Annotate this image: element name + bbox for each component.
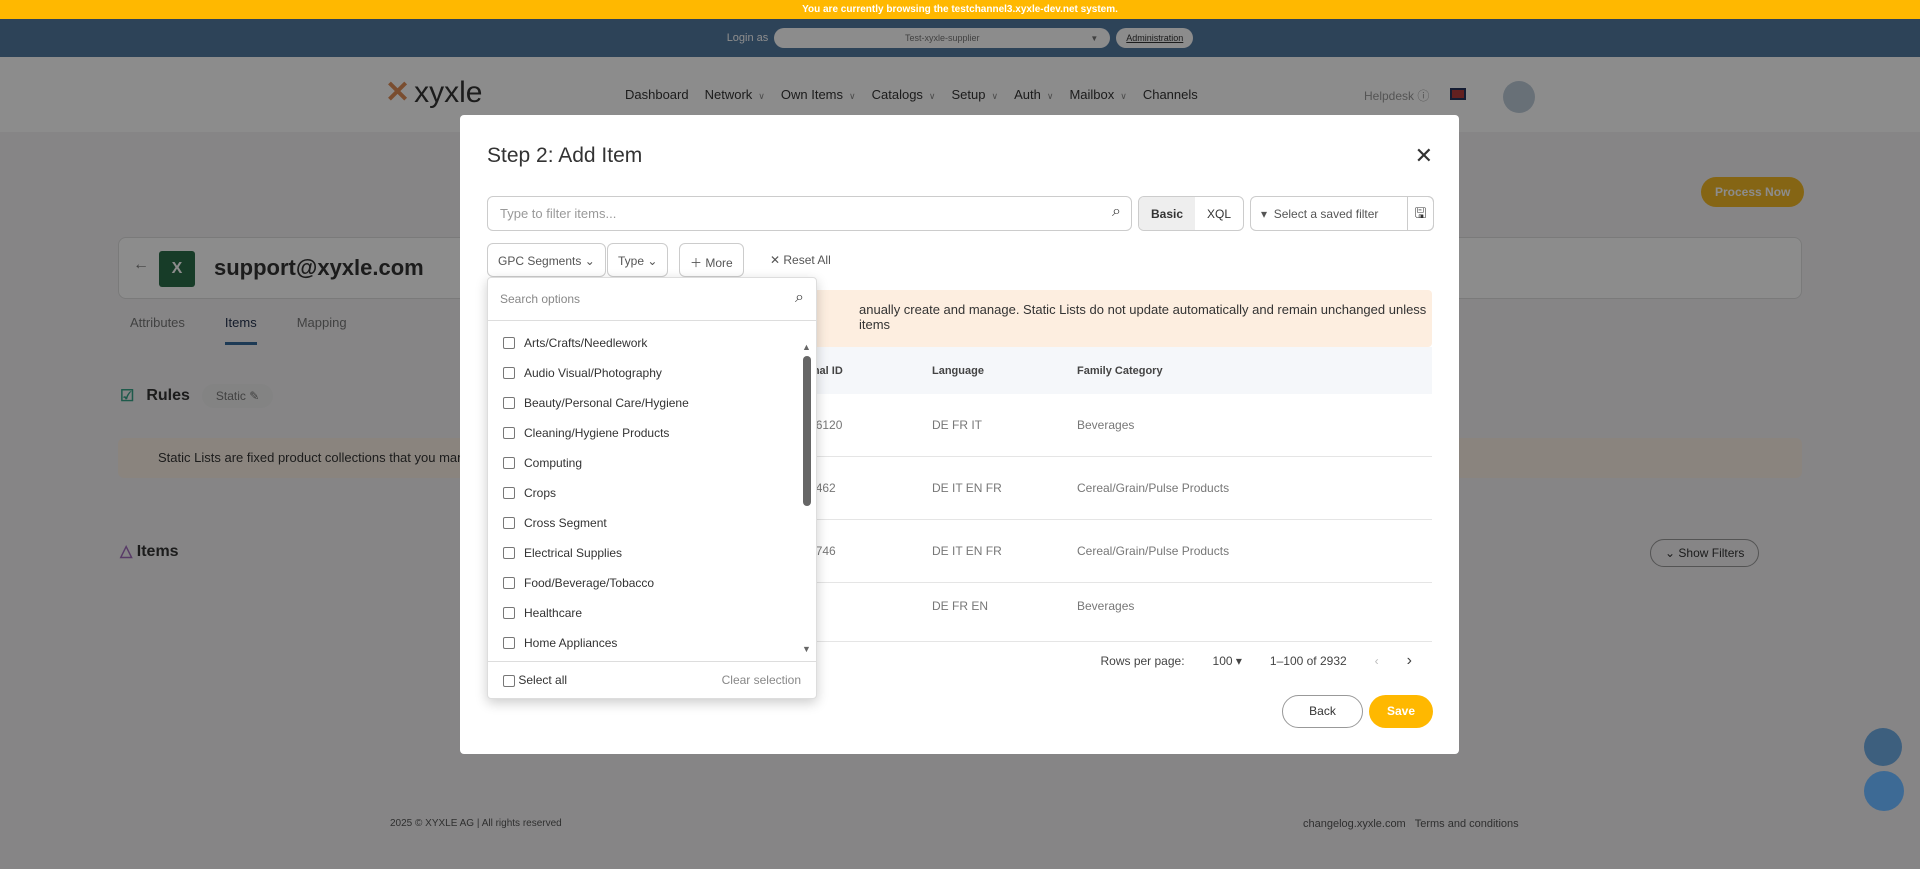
scroll-up-icon: ▲ [802, 342, 811, 352]
logo-icon: ✕ [385, 76, 411, 109]
nav-channels[interactable]: Channels [1143, 87, 1198, 102]
tab-items[interactable]: Items [224, 315, 257, 345]
basic-mode-button[interactable]: Basic [1139, 197, 1196, 230]
footer-links: changelog.xyxle.com Terms and conditions [1303, 818, 1519, 830]
dropdown-footer: Select all Clear selection [488, 661, 816, 698]
option[interactable]: Cross Segment [503, 508, 689, 538]
static-pill[interactable]: Static ✎ [201, 384, 274, 408]
search-icon: ⌕ [795, 289, 804, 306]
terms-link[interactable]: Terms and conditions [1415, 818, 1519, 830]
option[interactable]: Home Appliances [503, 628, 689, 658]
nav-own-items[interactable]: Own Items ∨ [781, 87, 856, 102]
option[interactable]: Arts/Crafts/Needlework [503, 328, 689, 358]
scrollbar[interactable]: ▲ ▼ [802, 342, 812, 654]
info-text: Static Lists are fixed product collectio… [158, 450, 465, 465]
login-select[interactable]: Test-xyxle-supplier ▼ [774, 28, 1111, 48]
rules-title: Rules [146, 387, 190, 404]
option[interactable]: Cleaning/Hygiene Products [503, 418, 689, 448]
clear-selection-button[interactable]: Clear selection [722, 673, 801, 687]
login-bar: Login as Test-xyxle-supplier ▼ Administra… [0, 19, 1920, 57]
checkbox [503, 457, 515, 469]
gpc-segments-filter[interactable]: GPC Segments ⌄ [487, 243, 606, 277]
items-title: △ Items [120, 543, 179, 560]
filter-items-input[interactable]: Type to filter items... ⌕ [487, 196, 1132, 231]
next-page-icon[interactable]: › [1407, 652, 1412, 670]
nav-auth[interactable]: Auth ∨ [1014, 87, 1053, 102]
checkbox [503, 577, 515, 589]
type-filter[interactable]: Type ⌄ [607, 243, 669, 277]
checkbox [503, 637, 515, 649]
administration-button[interactable]: Administration [1116, 28, 1194, 48]
search-options-input[interactable]: Search options ⌕ [488, 278, 816, 321]
rows-per-page-select[interactable]: 100 ▾ [1213, 654, 1242, 668]
tabs: Attributes Items Mapping [130, 315, 347, 345]
close-icon[interactable]: ✕ [1415, 143, 1433, 169]
scroll-down-icon: ▼ [802, 644, 811, 654]
checkbox [503, 427, 515, 439]
page-title: support@xyxle.com [214, 255, 424, 280]
show-filters-button[interactable]: ⌄ Show Filters [1650, 539, 1760, 567]
checkbox [503, 517, 515, 529]
option[interactable]: Audio Visual/Photography [503, 358, 689, 388]
option[interactable]: Food/Beverage/Tobacco [503, 568, 689, 598]
uk-flag-icon[interactable] [1450, 88, 1466, 100]
tab-mapping[interactable]: Mapping [297, 315, 347, 345]
options-list[interactable]: Arts/Crafts/Needlework Audio Visual/Phot… [503, 328, 689, 658]
checkbox [503, 367, 515, 379]
gpc-segments-dropdown: Search options ⌕ Arts/Crafts/Needlework A… [487, 277, 817, 699]
reset-all-button[interactable]: ✕ Reset All [770, 253, 831, 267]
clipboard-icon: ☑ [120, 388, 135, 405]
chatbot-icon[interactable] [1864, 728, 1902, 766]
nav-mailbox[interactable]: Mailbox ∨ [1069, 87, 1126, 102]
save-button[interactable]: Save [1369, 695, 1433, 728]
option[interactable]: Crops [503, 478, 689, 508]
nav-setup[interactable]: Setup ∨ [952, 87, 999, 102]
tab-attributes[interactable]: Attributes [130, 315, 185, 345]
copyright: 2025 © XYXLE AG | All rights reserved [390, 818, 562, 829]
save-filter-icon[interactable]: 🖫 [1407, 196, 1434, 231]
page-range: 1–100 of 2932 [1269, 653, 1347, 668]
option[interactable]: Beauty/Personal Care/Hygiene [503, 388, 689, 418]
checkbox [503, 547, 515, 559]
column-language[interactable]: Language [932, 365, 1077, 377]
rows-per-page-label: Rows per page: [1100, 653, 1185, 668]
prev-page-icon[interactable]: ‹ [1375, 654, 1379, 668]
checkbox [503, 397, 515, 409]
avatar[interactable] [1503, 81, 1535, 113]
scroll-thumb [803, 356, 811, 506]
changelog-link[interactable]: changelog.xyxle.com [1303, 818, 1406, 830]
checkbox [503, 337, 515, 349]
checkbox [503, 607, 515, 619]
main-nav: Dashboard Network ∨ Own Items ∨ Catalogs ∨ … [625, 87, 1198, 102]
logo[interactable]: ✕ xyxle [385, 75, 483, 110]
back-arrow-icon[interactable]: ← [133, 256, 149, 274]
column-family-category[interactable]: Family Category [1077, 365, 1377, 377]
mode-toggle: Basic XQL [1138, 196, 1245, 231]
nav-network[interactable]: Network ∨ [705, 87, 765, 102]
option[interactable]: Electrical Supplies [503, 538, 689, 568]
chat-icon[interactable] [1864, 771, 1904, 811]
process-now-button[interactable]: Process Now [1701, 177, 1805, 207]
rules-section: ☑ Rules Static ✎ [120, 384, 274, 408]
excel-icon: X [159, 251, 195, 287]
login-value: Test-xyxle-supplier [905, 33, 980, 43]
shapes-icon: △ [120, 543, 133, 560]
select-all-checkbox[interactable]: Select all [503, 673, 567, 687]
option[interactable]: Computing [503, 448, 689, 478]
modal-title: Step 2: Add Item [487, 144, 643, 167]
back-button[interactable]: Back [1282, 695, 1363, 728]
search-icon: ⌕ [1112, 203, 1121, 220]
brand-name: xyxle [414, 75, 483, 109]
xql-mode-button[interactable]: XQL [1195, 197, 1243, 230]
more-filter-button[interactable]: ＋ More [679, 243, 744, 277]
nav-dashboard[interactable]: Dashboard [625, 87, 689, 102]
login-label: Login as [726, 32, 769, 44]
chevron-down-icon: ▼ [1090, 33, 1099, 43]
system-banner: You are currently browsing the testchann… [0, 0, 1920, 19]
nav-catalogs[interactable]: Catalogs ∨ [872, 87, 936, 102]
option[interactable]: Healthcare [503, 598, 689, 628]
checkbox [503, 487, 515, 499]
helpdesk-link[interactable]: Helpdesk ⓘ [1364, 87, 1429, 104]
